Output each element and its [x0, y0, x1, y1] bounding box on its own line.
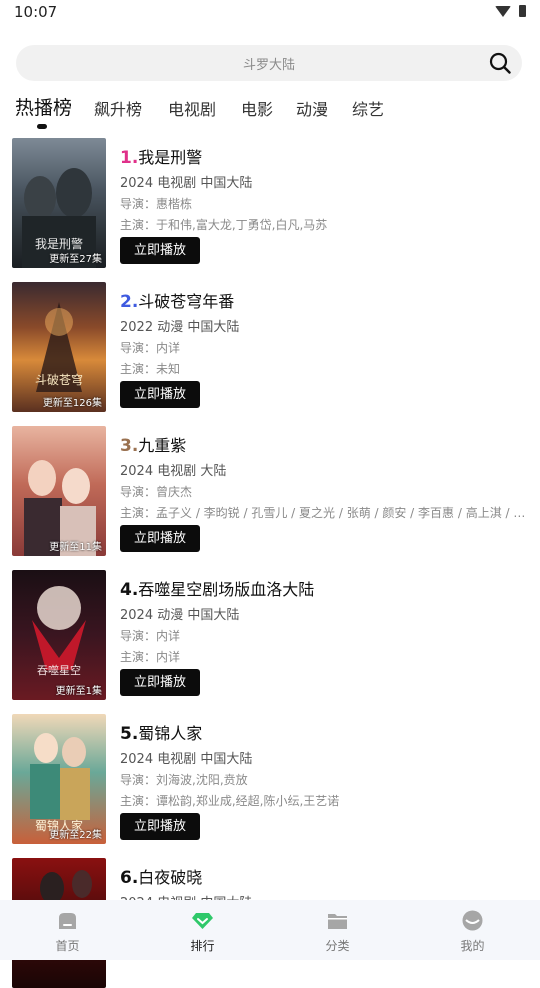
- item-title[interactable]: 2.斗破苍穹年番: [120, 288, 234, 312]
- title-text: 白夜破晓: [138, 868, 203, 887]
- item-title[interactable]: 3.九重紫: [120, 432, 186, 456]
- profile-icon[interactable]: [462, 910, 483, 931]
- poster-image[interactable]: 吞噬星空 更新至1集: [12, 570, 106, 700]
- item-meta: 2024 电视剧 中国大陆: [120, 752, 253, 767]
- nav-category[interactable]: 分类: [270, 900, 405, 960]
- nav-category-label[interactable]: 分类: [270, 937, 405, 954]
- poster-image[interactable]: 我是刑警 更新至27集: [12, 138, 106, 268]
- nav-home-label[interactable]: 首页: [0, 937, 135, 954]
- play-button[interactable]: 立即播放: [120, 381, 200, 408]
- rank-number: 2.: [120, 292, 139, 312]
- list-item[interactable]: 蜀锦人家 更新至22集 5.蜀锦人家 2024 电视剧 中国大陆 导演：刘海波,…: [0, 714, 540, 844]
- status-icons: [495, 5, 526, 17]
- play-button[interactable]: 立即播放: [120, 525, 200, 552]
- rank-number: 4.: [120, 580, 139, 600]
- episode-badge: 更新至126集: [42, 398, 102, 409]
- item-director: 导演：刘海波,沈阳,贲放: [120, 773, 248, 787]
- item-cast: 主演：于和伟,富大龙,丁勇岱,白凡,马苏: [120, 218, 328, 232]
- tab-rising[interactable]: 飙升榜: [94, 96, 142, 120]
- battery-icon: [519, 5, 526, 17]
- episode-badge: 更新至1集: [55, 686, 102, 697]
- item-cast: 主演：谭松韵,郑业成,经超,陈小纭,王艺诺: [120, 794, 340, 808]
- title-text: 吞噬星空剧场版血洛大陆: [138, 580, 315, 599]
- item-meta: 2024 电视剧 大陆: [120, 464, 227, 479]
- tab-anime[interactable]: 动漫: [296, 96, 328, 120]
- item-meta: 2022 动漫 中国大陆: [120, 320, 240, 335]
- episode-badge: 更新至27集: [49, 254, 102, 265]
- nav-profile-label[interactable]: 我的: [405, 937, 540, 954]
- poster-image[interactable]: 更新至11集: [12, 426, 106, 556]
- play-button[interactable]: 立即播放: [120, 669, 200, 696]
- tab-hot[interactable]: 热播榜: [15, 93, 72, 120]
- rank-number: 5.: [120, 724, 139, 744]
- poster-image[interactable]: 蜀锦人家 更新至22集: [12, 714, 106, 844]
- item-meta: 2024 动漫 中国大陆: [120, 608, 240, 623]
- title-text: 蜀锦人家: [138, 724, 203, 743]
- item-director: 导演：惠楷栋: [120, 197, 193, 211]
- rank-number: 6.: [120, 868, 139, 888]
- tab-bar: 热播榜 飙升榜 电视剧 电影 动漫 综艺: [0, 92, 540, 132]
- episode-badge: 更新至11集: [49, 542, 102, 553]
- rank-icon[interactable]: [192, 910, 213, 931]
- status-time: 10:07: [14, 3, 58, 21]
- bottom-nav: 首页 排行 分类 我的: [0, 900, 540, 960]
- title-text: 我是刑警: [138, 148, 203, 167]
- item-title[interactable]: 6.白夜破晓: [120, 864, 202, 888]
- item-title[interactable]: 4.吞噬星空剧场版血洛大陆: [120, 576, 314, 600]
- title-text: 斗破苍穹年番: [138, 292, 235, 311]
- list-item[interactable]: 更新至11集 3.九重紫 2024 电视剧 大陆 导演：曾庆杰 主演：孟子义 /…: [0, 426, 540, 556]
- nav-home[interactable]: 首页: [0, 900, 135, 960]
- episode-badge: 更新至22集: [49, 830, 102, 841]
- item-meta: 2024 电视剧 中国大陆: [120, 176, 253, 191]
- wifi-icon: [495, 5, 511, 17]
- tab-indicator: [37, 124, 47, 129]
- play-button[interactable]: 立即播放: [120, 237, 200, 264]
- svg-text:斗破苍穹: 斗破苍穹: [35, 372, 83, 387]
- svg-text:我是刑警: 我是刑警: [35, 236, 83, 251]
- rank-number: 3.: [120, 436, 139, 456]
- item-cast: 主演：孟子义 / 李昀锐 / 孔雪儿 / 夏之光 / 张萌 / 颜安 / 李百惠…: [120, 506, 530, 520]
- svg-text:吞噬星空: 吞噬星空: [37, 663, 81, 677]
- rank-number: 1.: [120, 148, 139, 168]
- play-button[interactable]: 立即播放: [120, 813, 200, 840]
- title-text: 九重紫: [138, 436, 187, 455]
- tab-movie[interactable]: 电影: [241, 96, 273, 120]
- search-placeholder[interactable]: 斗罗大陆: [16, 54, 522, 73]
- nav-profile[interactable]: 我的: [405, 900, 540, 960]
- item-director: 导演：曾庆杰: [120, 485, 193, 499]
- tab-variety[interactable]: 综艺: [352, 96, 384, 120]
- search-icon[interactable]: [489, 52, 511, 74]
- item-director: 导演：内详: [120, 629, 181, 643]
- nav-rank-label[interactable]: 排行: [135, 937, 270, 954]
- nav-rank[interactable]: 排行: [135, 900, 270, 960]
- list-item[interactable]: 吞噬星空 更新至1集 4.吞噬星空剧场版血洛大陆 2024 动漫 中国大陆 导演…: [0, 570, 540, 700]
- tab-tv[interactable]: 电视剧: [168, 96, 216, 120]
- list-item[interactable]: 斗破苍穹 更新至126集 2.斗破苍穹年番 2022 动漫 中国大陆 导演：内详…: [0, 282, 540, 412]
- item-title[interactable]: 5.蜀锦人家: [120, 720, 202, 744]
- poster-image[interactable]: 斗破苍穹 更新至126集: [12, 282, 106, 412]
- item-cast: 主演：未知: [120, 362, 181, 376]
- search-bar[interactable]: 斗罗大陆: [16, 45, 522, 81]
- list-item[interactable]: 我是刑警 更新至27集 1.我是刑警 2024 电视剧 中国大陆 导演：惠楷栋 …: [0, 138, 540, 268]
- item-cast: 主演：内详: [120, 650, 181, 664]
- home-icon[interactable]: [57, 910, 78, 931]
- status-bar: 10:07: [0, 0, 540, 26]
- item-title[interactable]: 1.我是刑警: [120, 144, 202, 168]
- item-director: 导演：内详: [120, 341, 181, 355]
- folder-icon[interactable]: [327, 910, 348, 931]
